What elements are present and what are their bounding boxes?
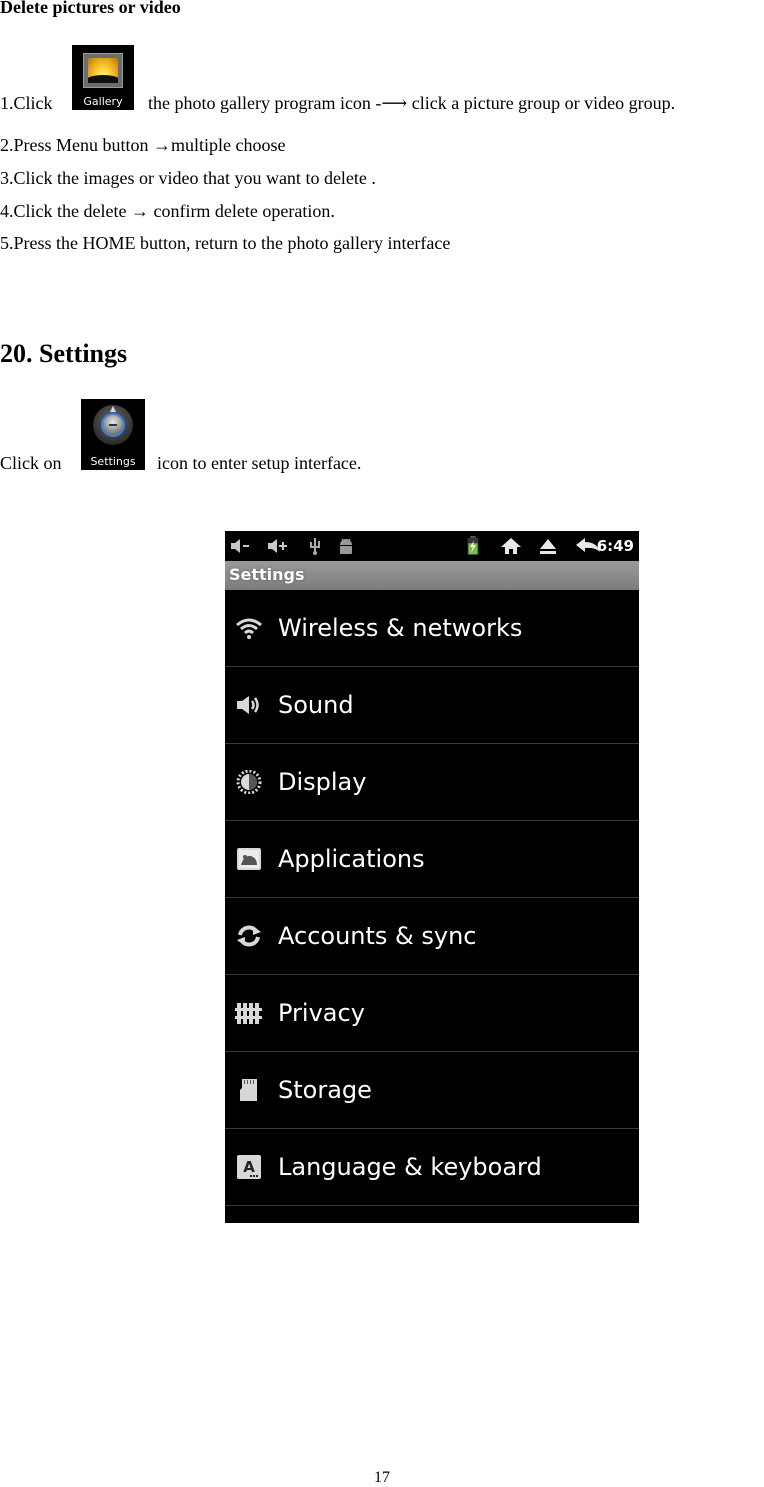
home-icon — [501, 538, 521, 554]
eject-icon — [540, 539, 556, 554]
settings-knob-icon — [93, 405, 133, 445]
battery-charging-icon — [467, 536, 479, 556]
settings-app-icon: Settings — [81, 399, 145, 470]
keyboard-icon: A — [237, 1155, 261, 1179]
wifi-icon — [236, 618, 262, 639]
phone-settings-screenshot: 6:49 Settings Wireless & networks Sound … — [225, 531, 639, 1223]
step-1-text: 1.Click — [0, 93, 53, 113]
svg-text:A: A — [243, 1158, 255, 1176]
android-debug-icon — [340, 538, 352, 554]
applications-icon — [237, 848, 261, 870]
settings-icon-label: Settings — [90, 455, 136, 468]
status-bar: 6:49 — [225, 531, 639, 561]
step-4-text: 4.Click the delete → confirm delete oper… — [0, 201, 335, 221]
step-2-text: 2.Press Menu button →multiple choose — [0, 135, 286, 155]
settings-item-applications[interactable]: Applications — [225, 821, 639, 898]
settings-item-label: Display — [278, 768, 367, 796]
settings-item-label: Wireless & networks — [278, 614, 523, 642]
gallery-app-icon: Gallery — [72, 45, 134, 110]
settings-section-heading: 20. Settings — [0, 339, 128, 368]
click-on-text: Click on — [0, 453, 62, 473]
settings-item-storage[interactable]: Storage — [225, 1052, 639, 1129]
status-time: 6:49 — [596, 537, 634, 555]
settings-title-bar: Settings — [225, 561, 639, 590]
step-1-continuation: the photo gallery program icon -⟶ click … — [148, 93, 676, 113]
gallery-picture-icon — [83, 53, 123, 88]
settings-item-display[interactable]: Display — [225, 744, 639, 821]
page-number: 17 — [374, 1469, 390, 1486]
enter-setup-text: icon to enter setup interface. — [157, 453, 362, 473]
step-5-text: 5.Press the HOME button, return to the p… — [0, 233, 451, 253]
settings-item-wireless-networks[interactable]: Wireless & networks — [225, 590, 639, 667]
settings-screen-title: Settings — [229, 565, 305, 584]
settings-item-label: Storage — [278, 1076, 372, 1104]
speaker-icon — [237, 696, 259, 714]
settings-item-label: Language & keyboard — [278, 1153, 542, 1181]
gallery-icon-label: Gallery — [83, 95, 123, 108]
step-3-text: 3.Click the images or video that you wan… — [0, 168, 376, 188]
settings-item-label: Applications — [278, 845, 425, 873]
settings-item-accounts-sync[interactable]: Accounts & sync — [225, 898, 639, 975]
usb-icon — [310, 538, 320, 555]
settings-item-privacy[interactable]: Privacy — [225, 975, 639, 1052]
volume-down-icon — [231, 539, 249, 553]
settings-item-label: Sound — [278, 691, 354, 719]
fence-icon — [235, 1003, 262, 1024]
settings-item-sound[interactable]: Sound — [225, 667, 639, 744]
settings-item-language-keyboard[interactable]: A Language & keyboard — [225, 1129, 639, 1206]
brightness-icon — [236, 770, 262, 794]
settings-item-label: Privacy — [278, 999, 365, 1027]
sd-card-icon — [240, 1079, 257, 1101]
sync-icon — [237, 925, 261, 947]
section-heading-delete: Delete pictures or video — [0, 0, 181, 17]
volume-up-icon — [268, 539, 287, 553]
settings-item-label: Accounts & sync — [278, 922, 477, 950]
